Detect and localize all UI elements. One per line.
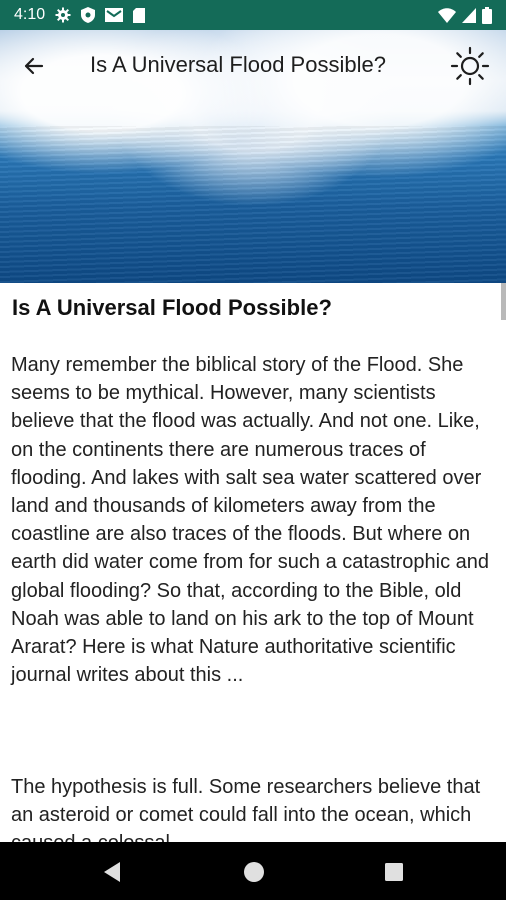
shield-icon [81, 7, 96, 23]
sd-card-icon [133, 7, 146, 23]
navigation-bar [0, 842, 506, 900]
nav-recents-button[interactable] [381, 859, 407, 885]
back-button[interactable] [18, 50, 50, 82]
status-time: 4:10 [14, 6, 46, 23]
scrollbar-thumb[interactable] [501, 283, 506, 320]
back-triangle-icon [104, 862, 120, 882]
nav-home-button[interactable] [241, 859, 267, 885]
signal-icon [462, 7, 476, 23]
theme-toggle-button[interactable] [448, 44, 492, 88]
battery-icon [482, 6, 492, 24]
sun-icon [450, 46, 490, 86]
nav-back-button[interactable] [99, 859, 125, 885]
app-bar-title: Is A Universal Flood Possible? [90, 52, 386, 77]
status-icons-right [438, 0, 492, 30]
app-bar: Is A Universal Flood Possible? [0, 30, 506, 100]
wifi-icon [438, 7, 456, 23]
mail-icon [105, 8, 124, 22]
article-paragraph: Many remember the biblical story of the … [11, 354, 490, 687]
status-bar: 4:10 [0, 0, 506, 30]
gear-icon [55, 7, 71, 23]
ocean-texture [0, 126, 506, 283]
home-circle-icon [244, 862, 264, 882]
article-paragraph: The hypothesis is full. Some researchers… [11, 776, 481, 842]
status-icons-left [55, 7, 146, 23]
article-content[interactable]: Is A Universal Flood Possible? Many reme… [0, 283, 506, 842]
arrow-left-icon [24, 57, 44, 75]
recents-square-icon [385, 863, 403, 881]
article-title: Is A Universal Flood Possible? [12, 295, 332, 320]
